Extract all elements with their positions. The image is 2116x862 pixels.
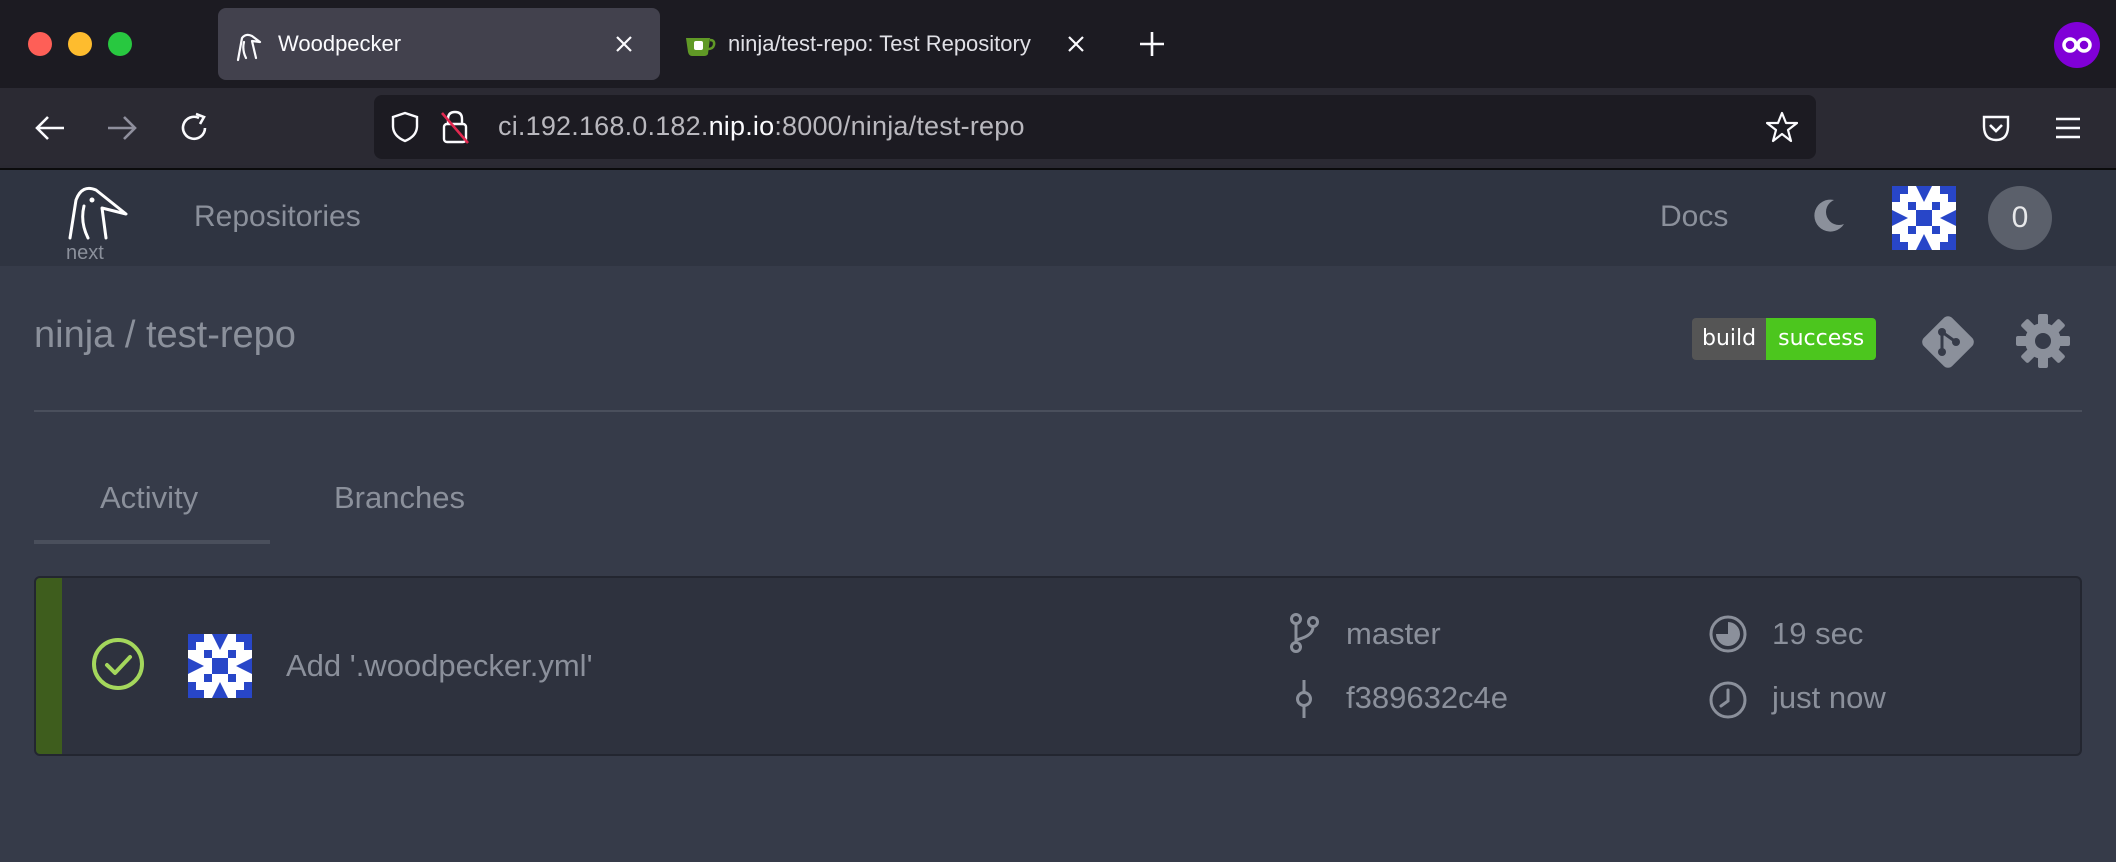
branch-icon (1290, 613, 1319, 653)
browser-tab-woodpecker[interactable]: Woodpecker (218, 8, 660, 80)
woodpecker-logo-icon[interactable] (62, 180, 130, 240)
author-avatar-icon (188, 634, 252, 698)
clock-icon (1709, 681, 1747, 719)
arrow-left-icon (35, 116, 64, 140)
logo-caption: next (66, 242, 104, 264)
plus-icon (1140, 32, 1164, 56)
nav-docs-link[interactable]: Docs (1660, 200, 1728, 234)
tab-title: Woodpecker (278, 31, 402, 56)
nav-repositories-link[interactable]: Repositories (194, 200, 361, 234)
git-repo-icon[interactable] (1916, 310, 1980, 374)
duration-timer-icon (1709, 615, 1747, 653)
commit-message: Add '.woodpecker.yml' (286, 648, 593, 683)
reload-icon (181, 112, 207, 141)
url-host: nip.io (708, 111, 775, 141)
badge-label: build (1692, 318, 1767, 360)
pocket-icon (1982, 115, 2010, 142)
success-check-icon (92, 638, 144, 690)
woodpecker-favicon-icon (236, 33, 262, 62)
private-browsing-icon[interactable] (2054, 22, 2100, 68)
tab-branches[interactable]: Branches (334, 480, 465, 516)
notification-count-badge[interactable]: 0 (1988, 186, 2052, 250)
reload-button[interactable] (170, 104, 218, 152)
shield-icon[interactable] (390, 111, 420, 143)
pipeline-duration: 19 sec (1772, 616, 1864, 651)
browser-titlebar: Woodpecker ninja/test-repo: Test Reposit… (0, 0, 2116, 88)
build-status-badge[interactable]: build success (1692, 318, 1877, 360)
browser-tab-test-repo[interactable]: ninja/test-repo: Test Repository (670, 8, 1102, 80)
repo-page: ninja / test-repo build success Activity… (0, 266, 2116, 862)
app-menu-button[interactable] (2044, 104, 2092, 152)
url-bar[interactable]: ci.192.168.0.182.nip.io:8000/ninja/test-… (374, 95, 1816, 159)
tab-title: ninja/test-repo: Test Repository (728, 31, 1031, 56)
commit-icon (1296, 680, 1312, 718)
url-suffix: :8000/ninja/test-repo (774, 111, 1025, 141)
close-tab-icon[interactable] (1062, 30, 1090, 58)
badge-status: success (1766, 318, 1877, 360)
url-text[interactable]: ci.192.168.0.182.nip.io:8000/ninja/test-… (498, 111, 1025, 142)
url-prefix: ci.192.168.0.182. (498, 111, 709, 141)
close-window-button[interactable] (28, 32, 52, 56)
browser-toolbar: ci.192.168.0.182.nip.io:8000/ninja/test-… (0, 88, 2116, 170)
app-navbar: next Repositories Docs 0 (0, 170, 2116, 266)
new-tab-button[interactable] (1138, 30, 1166, 58)
repo-title: ninja / test-repo (34, 314, 296, 356)
forward-button[interactable] (98, 104, 146, 152)
hamburger-menu-icon (2056, 117, 2080, 139)
active-tab-indicator (34, 540, 270, 544)
pipeline-branch: master (1346, 616, 1441, 651)
close-tab-icon[interactable] (610, 30, 638, 58)
pipeline-status-bar (36, 578, 62, 754)
minimize-window-button[interactable] (68, 32, 92, 56)
tab-activity[interactable]: Activity (100, 480, 198, 516)
settings-gear-icon[interactable] (2014, 312, 2072, 370)
star-icon[interactable] (1766, 111, 1798, 143)
pipeline-commit-sha: f389632c4e (1346, 680, 1509, 715)
pocket-button[interactable] (1972, 104, 2020, 152)
zoom-window-button[interactable] (108, 32, 132, 56)
insecure-lock-icon[interactable] (440, 109, 470, 145)
arrow-right-icon (108, 116, 137, 140)
header-divider (34, 410, 2082, 412)
back-button[interactable] (26, 104, 74, 152)
pipeline-item[interactable]: Add '.woodpecker.yml' master f389632c4e … (34, 576, 2082, 756)
gitea-favicon-icon (686, 38, 716, 56)
user-avatar-icon[interactable] (1892, 186, 1956, 250)
moon-icon[interactable] (1808, 196, 1848, 236)
pipeline-created-time: just now (1772, 680, 1886, 715)
